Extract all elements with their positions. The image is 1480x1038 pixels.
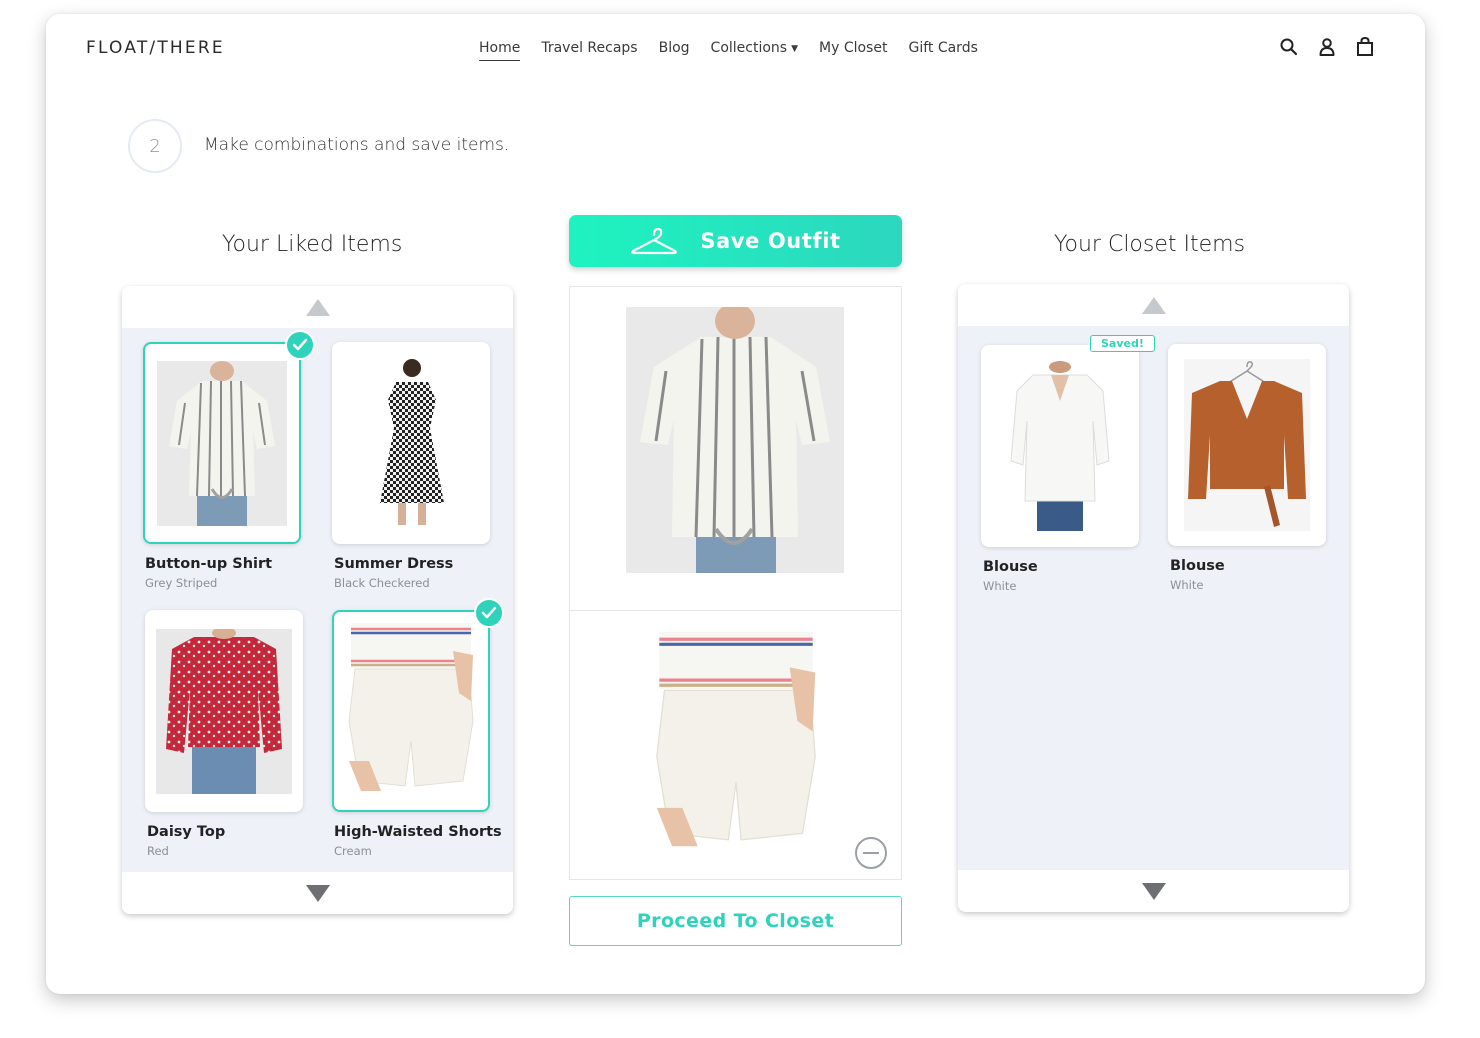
item-subtitle: Black Checkered [334,576,430,590]
item-thumbnail [981,345,1139,547]
item-thumbnail [332,342,490,544]
step-number: 2 [128,119,182,173]
chevron-down-icon: ▼ [791,44,799,54]
closet-items-panel: Saved! Blouse White Blouse White [958,284,1349,912]
closet-scroll-up[interactable] [958,284,1349,326]
liked-items-grid: Button-up Shirt Grey Striped Summer Dres… [122,328,513,872]
item-name: Button-up Shirt [145,556,273,572]
step-instruction: Make combinations and save items. [204,135,510,155]
closet-item-white-blouse[interactable]: Saved! Blouse White [981,335,1155,595]
header-icons [1279,36,1375,58]
item-subtitle: Grey Striped [145,576,218,590]
item-name: Blouse [1170,558,1225,574]
nav-gift-cards[interactable]: Gift Cards [908,40,977,61]
item-subtitle: White [983,579,1017,593]
nav-travel-recaps[interactable]: Travel Recaps [541,40,637,61]
liked-item-button-up-shirt[interactable]: Button-up Shirt Grey Striped [143,330,315,592]
save-outfit-label: Save Outfit [700,229,841,253]
liked-items-title: Your Liked Items [222,232,403,257]
liked-scroll-up[interactable] [122,286,513,328]
rust-blouse-image [1184,359,1310,531]
item-thumbnail [143,342,301,544]
liked-item-summer-dress[interactable]: Summer Dress Black Checkered [332,342,502,592]
outfit-top-image [626,307,844,573]
selected-check-icon [285,330,315,360]
cream-shorts-image [348,623,474,791]
saved-badge: Saved! [1090,335,1155,352]
red-top-image [156,628,292,794]
outfit-preview [569,286,902,880]
item-name: Blouse [983,559,1038,575]
main-nav: Home Travel Recaps Blog Collections ▼ My … [479,40,999,61]
account-icon[interactable] [1317,36,1337,58]
item-name: Daisy Top [147,824,226,840]
checkered-dress-image [380,359,444,525]
liked-item-daisy-top[interactable]: Daisy Top Red [145,610,315,860]
minus-icon [863,852,879,854]
search-icon[interactable] [1279,36,1299,58]
liked-item-high-waisted-shorts[interactable]: High-Waisted Shorts Cream [332,598,504,860]
nav-collections-label: Collections [710,40,788,56]
item-thumbnail [332,610,490,812]
nav-collections[interactable]: Collections ▼ [711,40,798,61]
hanger-icon [631,227,678,255]
arrow-down-icon [305,884,330,902]
item-subtitle: White [1170,578,1204,592]
outfit-divider [570,610,901,611]
arrow-down-icon [1141,882,1166,900]
item-thumbnail [145,610,303,812]
white-blouse-image [1010,361,1110,531]
item-subtitle: Cream [334,844,372,858]
liked-items-panel: Button-up Shirt Grey Striped Summer Dres… [122,286,513,914]
proceed-to-closet-button[interactable]: Proceed To Closet [569,896,902,946]
cart-icon[interactable] [1355,36,1375,58]
item-thumbnail [1168,344,1326,546]
striped-shirt-image [157,360,287,526]
nav-my-closet[interactable]: My Closet [819,40,887,61]
item-name: High-Waisted Shorts [334,824,502,840]
item-name: Summer Dress [334,556,454,572]
nav-home[interactable]: Home [479,40,521,61]
remove-item-button[interactable] [855,837,887,869]
nav-blog[interactable]: Blog [659,40,690,61]
save-outfit-button[interactable]: Save Outfit [569,215,902,267]
closet-scroll-down[interactable] [958,870,1349,912]
arrow-up-icon [305,298,330,316]
liked-scroll-down[interactable] [122,872,513,914]
arrow-up-icon [1141,296,1166,314]
closet-items-title: Your Closet Items [1054,232,1246,257]
closet-items-grid: Saved! Blouse White Blouse White [958,326,1349,870]
page-card: FLOAT/THERE Home Travel Recaps Blog Coll… [46,14,1425,994]
brand-logo[interactable]: FLOAT/THERE [86,38,225,58]
closet-item-rust-blouse[interactable]: Blouse White [1168,344,1338,594]
selected-check-icon [474,598,504,628]
outfit-bottom-image [656,631,816,847]
item-subtitle: Red [147,844,169,858]
